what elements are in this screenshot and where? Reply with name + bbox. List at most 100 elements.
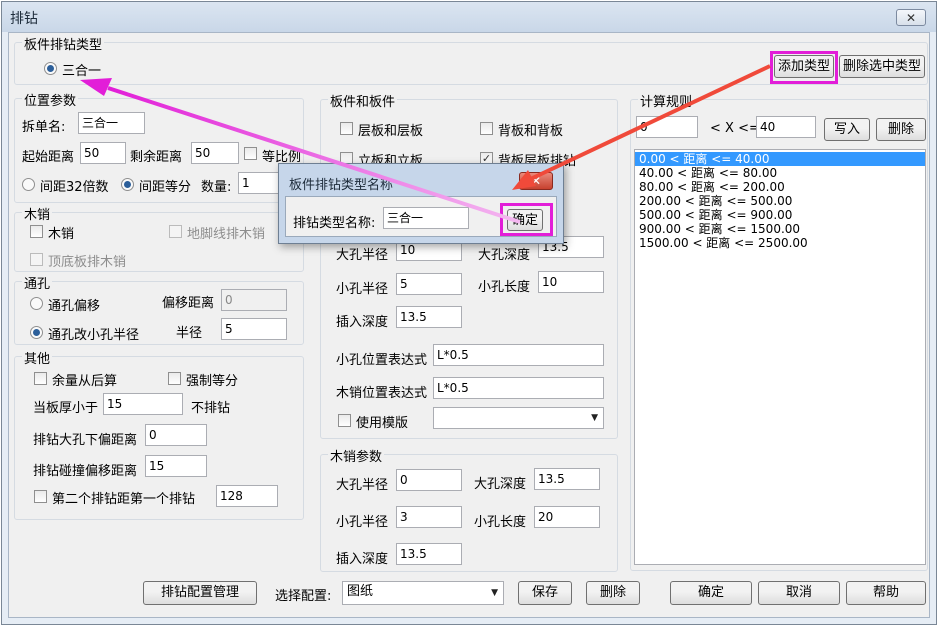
back-back-checkbox[interactable]: [480, 122, 493, 135]
board-big-radius-label: 大孔半径: [336, 248, 389, 263]
rule-item[interactable]: 500.00 < 距离 <= 900.00: [635, 208, 925, 222]
gap32-label: 间距32倍数: [40, 180, 109, 195]
dowel-label: 木销: [48, 227, 75, 242]
count-input[interactable]: 1: [238, 172, 282, 194]
remain-input[interactable]: 50: [191, 142, 239, 164]
dialog-name-input[interactable]: 三合一: [383, 207, 469, 229]
dp-big-radius-label: 大孔半径: [336, 478, 389, 493]
dowel-pos-label: 木销位置表达式: [336, 386, 428, 401]
thin-input[interactable]: 15: [103, 393, 183, 415]
window-title: 排钻: [10, 11, 38, 27]
board-small-len-input[interactable]: 10: [538, 271, 604, 293]
gap32-radio[interactable]: [22, 178, 35, 191]
delete-type-button[interactable]: 删除选中类型: [839, 55, 925, 78]
board-small-radius-input[interactable]: 5: [396, 273, 462, 295]
close-button[interactable]: ✕: [896, 9, 926, 26]
rule-item[interactable]: 80.00 < 距离 <= 200.00: [635, 180, 925, 194]
layer-layer-checkbox[interactable]: [340, 122, 353, 135]
rules-list[interactable]: 0.00 < 距离 <= 40.00 40.00 < 距离 <= 80.00 8…: [634, 149, 926, 565]
rule-to-input[interactable]: 40: [756, 116, 816, 138]
chevron-down-icon: ▼: [591, 413, 598, 423]
rule-item[interactable]: 900.00 < 距离 <= 1500.00: [635, 222, 925, 236]
board-insert-depth-input[interactable]: 13.5: [396, 306, 462, 328]
rules-legend: 计算规则: [638, 91, 695, 110]
second-drill-label: 第二个排钻距第一个排钻: [52, 492, 196, 507]
dp-big-depth-input[interactable]: 13.5: [534, 468, 600, 490]
offset-dist-label: 偏移距离: [162, 296, 215, 311]
board-legend: 板件和板件: [328, 91, 398, 110]
start-input[interactable]: 50: [80, 142, 126, 164]
write-button[interactable]: 写入: [824, 118, 870, 141]
surplus-checkbox[interactable]: [34, 372, 47, 385]
annotation-highlight-add-type: [770, 51, 838, 84]
config-select[interactable]: 图纸 ▼: [342, 581, 504, 605]
dp-small-radius-input[interactable]: 3: [396, 506, 462, 528]
ok-button[interactable]: 确定: [670, 581, 752, 605]
gap-equal-radio[interactable]: [121, 178, 134, 191]
offset-dist-input[interactable]: 0: [221, 289, 287, 311]
top-bottom-dowel-checkbox[interactable]: [30, 253, 43, 266]
cancel-button[interactable]: 取消: [758, 581, 840, 605]
template-select[interactable]: ▼: [433, 407, 604, 429]
split-input[interactable]: 三合一: [78, 112, 145, 134]
collide-input[interactable]: 15: [145, 455, 207, 477]
ratio-checkbox[interactable]: [244, 147, 257, 160]
through-offset-label: 通孔偏移: [48, 299, 101, 314]
second-drill-checkbox[interactable]: [34, 490, 47, 503]
rule-from-input[interactable]: 0: [636, 116, 698, 138]
dp-small-len-input[interactable]: 20: [534, 506, 600, 528]
rule-item[interactable]: 0.00 < 距离 <= 40.00: [635, 152, 925, 166]
floor-dowel-checkbox[interactable]: [169, 225, 182, 238]
dowel-checkbox[interactable]: [30, 225, 43, 238]
top-bottom-dowel-label: 顶底板排木销: [48, 255, 127, 270]
through-offset-radio[interactable]: [30, 297, 43, 310]
drill-config-manage-button[interactable]: 排钻配置管理: [143, 581, 257, 605]
big-hole-offset-input[interactable]: 0: [145, 424, 207, 446]
rule-item[interactable]: 1500.00 < 距离 <= 2500.00: [635, 236, 925, 250]
rule-cond-label: < X <=: [710, 121, 760, 136]
position-legend: 位置参数: [22, 90, 79, 109]
big-hole-offset-label: 排钻大孔下偏距离: [33, 433, 138, 448]
layer-layer-label: 层板和层板: [358, 124, 424, 139]
dialog-name-label: 排钻类型名称:: [293, 216, 376, 231]
board-insert-depth-label: 插入深度: [336, 315, 389, 330]
dp-big-depth-label: 大孔深度: [474, 477, 527, 492]
chevron-down-icon: ▼: [491, 588, 498, 598]
other-legend: 其他: [22, 348, 53, 367]
through-change-label: 通孔改小孔半径: [48, 328, 140, 343]
start-label: 起始距离: [22, 150, 75, 165]
rule-item[interactable]: 200.00 < 距离 <= 500.00: [635, 194, 925, 208]
save-button[interactable]: 保存: [518, 581, 572, 605]
dp-insert-depth-input[interactable]: 13.5: [396, 543, 462, 565]
no-drill-label: 不排钻: [191, 401, 231, 416]
use-template-checkbox[interactable]: [338, 414, 351, 427]
count-label: 数量:: [201, 180, 232, 195]
dp-insert-depth-label: 插入深度: [336, 552, 389, 567]
config-delete-button[interactable]: 删除: [586, 581, 640, 605]
title-bar: 排钻 ✕: [2, 2, 936, 32]
second-drill-input[interactable]: 128: [216, 485, 278, 507]
dp-big-radius-input[interactable]: 0: [396, 469, 462, 491]
use-template-label: 使用模版: [356, 416, 409, 431]
config-select-value: 图纸: [347, 584, 374, 599]
split-label: 拆单名:: [22, 120, 66, 135]
force-equal-label: 强制等分: [186, 374, 239, 389]
dowel-pos-input[interactable]: L*0.5: [433, 377, 604, 399]
radio-sanheyi-label: 三合一: [62, 64, 102, 79]
radius-input[interactable]: 5: [221, 318, 287, 340]
small-pos-label: 小孔位置表达式: [336, 353, 428, 368]
force-equal-checkbox[interactable]: [168, 372, 181, 385]
rule-delete-button[interactable]: 删除: [876, 118, 926, 141]
dp-small-radius-label: 小孔半径: [336, 515, 389, 530]
rule-item[interactable]: 40.00 < 距离 <= 80.00: [635, 166, 925, 180]
help-button[interactable]: 帮助: [846, 581, 926, 605]
radius-label: 半径: [176, 326, 203, 341]
back-back-label: 背板和背板: [498, 124, 564, 139]
through-change-radio[interactable]: [30, 326, 43, 339]
dialog-title: 板件排钻类型名称: [289, 178, 394, 193]
gap-equal-label: 间距等分: [139, 180, 192, 195]
radio-sanheyi[interactable]: [44, 62, 57, 75]
dialog-close-button[interactable]: ✕: [519, 172, 553, 190]
small-pos-input[interactable]: L*0.5: [433, 344, 604, 366]
through-legend: 通孔: [22, 273, 53, 292]
